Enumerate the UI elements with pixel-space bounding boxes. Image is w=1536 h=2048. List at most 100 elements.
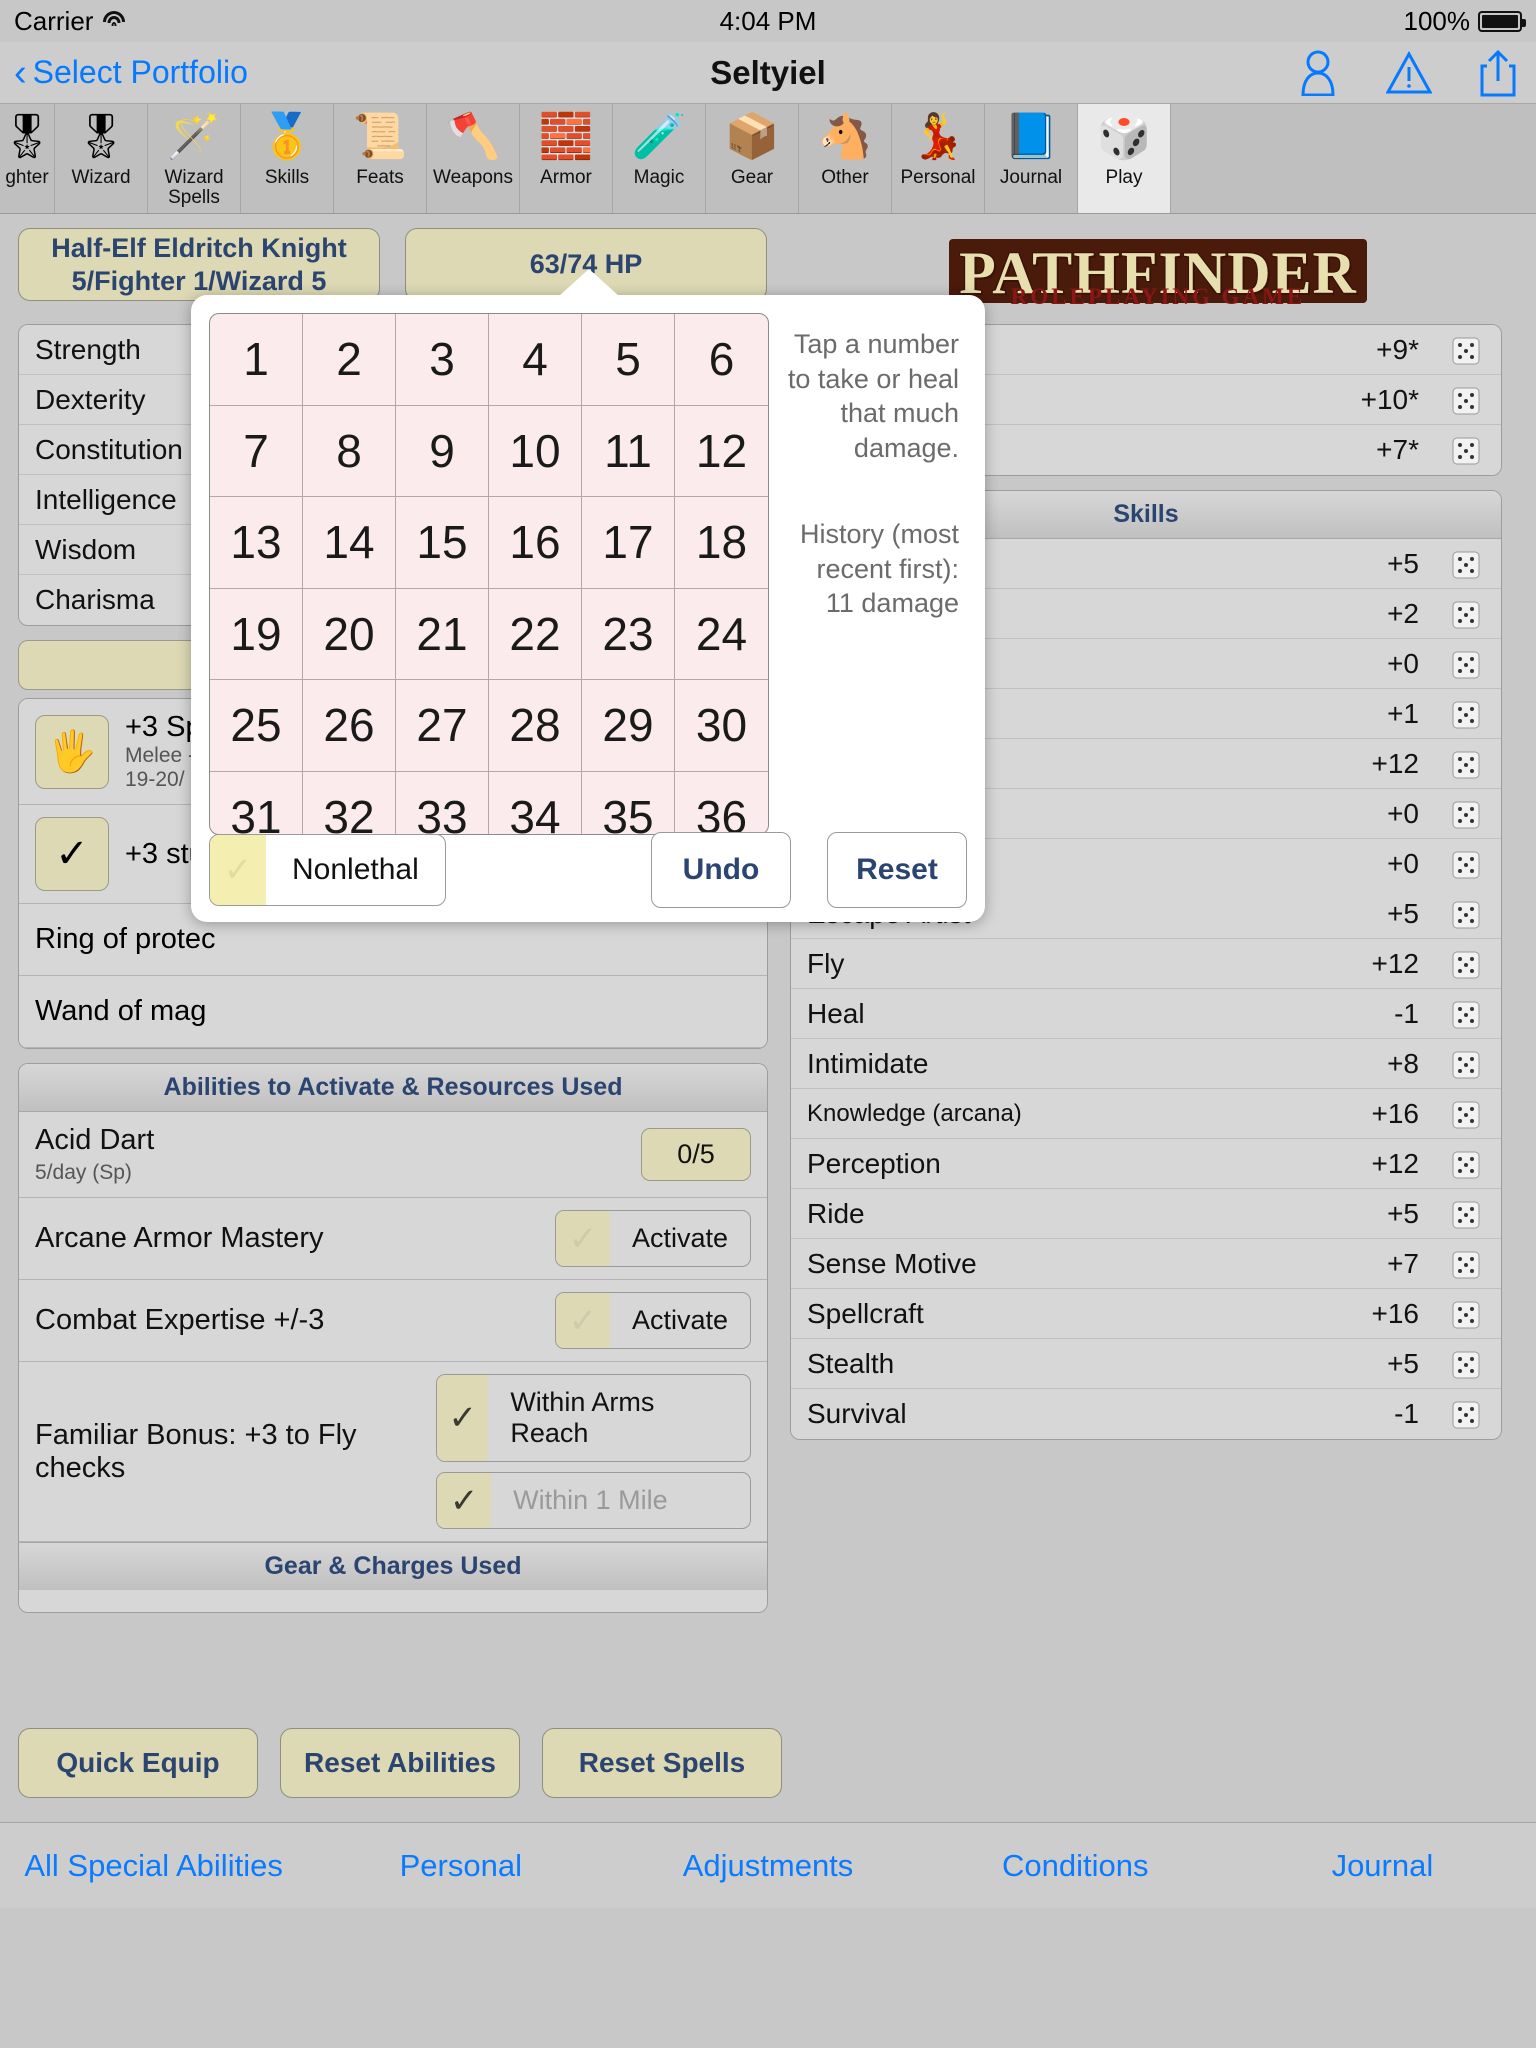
undo-button[interactable]: Undo <box>651 832 791 908</box>
quick-equip-button[interactable]: Quick Equip <box>18 1728 258 1798</box>
skill-row[interactable]: Heal -1 <box>791 989 1501 1039</box>
ability-row[interactable]: Acid Dart 5/day (Sp) 0/5 <box>19 1112 767 1198</box>
skill-row[interactable]: Knowledge (arcana) +16 <box>791 1089 1501 1139</box>
toolbar-item-play[interactable]: 🎲 Play <box>1078 104 1171 213</box>
damage-number-35[interactable]: 35 <box>582 771 675 834</box>
reset-abilities-button[interactable]: Reset Abilities <box>280 1728 520 1798</box>
skill-row[interactable]: Perception +12 <box>791 1139 1501 1189</box>
damage-number-1[interactable]: 1 <box>210 314 303 406</box>
share-icon[interactable] <box>1478 49 1518 97</box>
dice-icon[interactable] <box>1449 1146 1485 1182</box>
hand-m-icon[interactable]: 🖐 <box>35 714 109 789</box>
dice-icon[interactable] <box>1449 1296 1485 1332</box>
module-toolbar[interactable]: 🎖 ghter 🎖 Wizard 🪄 Wizard Spells 🥇 Skills 📜 Feats 🪓… <box>0 104 1536 214</box>
toolbar-item-armor[interactable]: 🧱 Armor <box>520 104 613 213</box>
toolbar-item-ghter[interactable]: 🎖 ghter <box>0 104 55 213</box>
dice-icon[interactable] <box>1449 746 1485 782</box>
activate-button[interactable]: ✓ Activate <box>554 1210 751 1267</box>
damage-number-25[interactable]: 25 <box>210 680 303 772</box>
tab-personal[interactable]: Personal <box>307 1848 614 1884</box>
dice-icon[interactable] <box>1449 646 1485 682</box>
dice-icon[interactable] <box>1449 996 1485 1032</box>
damage-number-31[interactable]: 31 <box>210 771 303 834</box>
damage-number-23[interactable]: 23 <box>582 588 675 680</box>
damage-number-17[interactable]: 17 <box>582 497 675 589</box>
damage-number-30[interactable]: 30 <box>675 680 768 772</box>
class-summary-button[interactable]: Half-Elf Eldritch Knight 5/Fighter 1/Wiz… <box>18 228 380 301</box>
dice-icon[interactable] <box>1449 846 1485 882</box>
skill-row[interactable]: Spellcraft +16 <box>791 1289 1501 1339</box>
dice-icon[interactable] <box>1449 1046 1485 1082</box>
reset-spells-button[interactable]: Reset Spells <box>542 1728 782 1798</box>
bottom-tab-bar[interactable]: All Special Abilities Personal Adjustments… <box>0 1822 1536 1908</box>
dice-icon[interactable] <box>1449 1346 1485 1382</box>
tab-adjustments[interactable]: Adjustments <box>614 1848 921 1884</box>
damage-number-15[interactable]: 15 <box>396 497 489 589</box>
damage-number-29[interactable]: 29 <box>582 680 675 772</box>
damage-number-grid[interactable]: 1 2 3 4 5 6 7 8 9 10 11 12 13 14 15 16 17 18 19 20 21 22 23 24 2… <box>209 313 769 835</box>
damage-number-32[interactable]: 32 <box>303 771 396 834</box>
damage-number-4[interactable]: 4 <box>489 314 582 406</box>
damage-number-28[interactable]: 28 <box>489 680 582 772</box>
damage-number-2[interactable]: 2 <box>303 314 396 406</box>
dice-icon[interactable] <box>1449 332 1485 368</box>
skill-row[interactable]: Ride +5 <box>791 1189 1501 1239</box>
damage-number-34[interactable]: 34 <box>489 771 582 834</box>
skill-row[interactable]: Intimidate +8 <box>791 1039 1501 1089</box>
skill-row[interactable]: Sense Motive +7 <box>791 1239 1501 1289</box>
damage-number-16[interactable]: 16 <box>489 497 582 589</box>
activate-button[interactable]: ✓ Activate <box>554 1292 751 1349</box>
person-icon[interactable] <box>1296 50 1340 96</box>
ability-counter-chip[interactable]: 0/5 <box>641 1128 751 1181</box>
warning-icon[interactable] <box>1386 50 1432 95</box>
damage-number-27[interactable]: 27 <box>396 680 489 772</box>
check-icon[interactable]: ✓ <box>35 817 109 891</box>
tab-conditions[interactable]: Conditions <box>922 1848 1229 1884</box>
dice-icon[interactable] <box>1449 946 1485 982</box>
damage-number-10[interactable]: 10 <box>489 405 582 497</box>
damage-number-33[interactable]: 33 <box>396 771 489 834</box>
equipment-row[interactable]: Wand of mag <box>19 976 767 1048</box>
dice-icon[interactable] <box>1449 596 1485 632</box>
skill-row[interactable]: Stealth +5 <box>791 1339 1501 1389</box>
damage-number-8[interactable]: 8 <box>303 405 396 497</box>
dice-icon[interactable] <box>1449 1246 1485 1282</box>
toolbar-item-weapons[interactable]: 🪓 Weapons <box>427 104 520 213</box>
dice-icon[interactable] <box>1449 896 1485 932</box>
ability-row[interactable]: Arcane Armor Mastery ✓ Activate <box>19 1198 767 1280</box>
damage-number-12[interactable]: 12 <box>675 406 768 497</box>
skill-row[interactable]: Fly +12 <box>791 939 1501 989</box>
toolbar-item-feats[interactable]: 📜 Feats <box>334 104 427 213</box>
dice-icon[interactable] <box>1449 1096 1485 1132</box>
skill-row[interactable]: Survival -1 <box>791 1389 1501 1439</box>
dice-icon[interactable] <box>1449 382 1485 418</box>
dice-icon[interactable] <box>1449 696 1485 732</box>
tab-journal[interactable]: Journal <box>1229 1848 1536 1884</box>
damage-number-21[interactable]: 21 <box>396 588 489 680</box>
toolbar-item-gear[interactable]: 📦 Gear <box>706 104 799 213</box>
damage-number-13[interactable]: 13 <box>210 497 303 589</box>
damage-number-14[interactable]: 14 <box>303 497 396 589</box>
toolbar-item-personal[interactable]: 💃 Personal <box>892 104 985 213</box>
familiar-option[interactable]: ✓ Within Arms Reach <box>436 1374 751 1462</box>
ability-row[interactable]: Familiar Bonus: +3 to Fly checks ✓ Within … <box>19 1362 767 1542</box>
damage-number-3[interactable]: 3 <box>396 314 489 406</box>
nonlethal-toggle[interactable]: ✓ Nonlethal <box>209 834 446 906</box>
dice-icon[interactable] <box>1449 1396 1485 1432</box>
damage-number-20[interactable]: 20 <box>303 588 396 680</box>
damage-number-5[interactable]: 5 <box>582 314 675 406</box>
toolbar-item-journal[interactable]: 📘 Journal <box>985 104 1078 213</box>
dice-icon[interactable] <box>1449 546 1485 582</box>
damage-number-6[interactable]: 6 <box>675 314 768 406</box>
dice-icon[interactable] <box>1449 796 1485 832</box>
dice-icon[interactable] <box>1449 1196 1485 1232</box>
dice-icon[interactable] <box>1449 432 1485 468</box>
damage-number-11[interactable]: 11 <box>582 405 675 497</box>
toolbar-item-magic[interactable]: 🧪 Magic <box>613 104 706 213</box>
toolbar-item-other[interactable]: 🐴 Other <box>799 104 892 213</box>
toolbar-item-wizard-spells[interactable]: 🪄 Wizard Spells <box>148 104 241 213</box>
ability-row[interactable]: Combat Expertise +/-3 ✓ Activate <box>19 1280 767 1362</box>
damage-number-22[interactable]: 22 <box>489 588 582 680</box>
toolbar-item-skills[interactable]: 🥇 Skills <box>241 104 334 213</box>
damage-number-7[interactable]: 7 <box>210 405 303 497</box>
